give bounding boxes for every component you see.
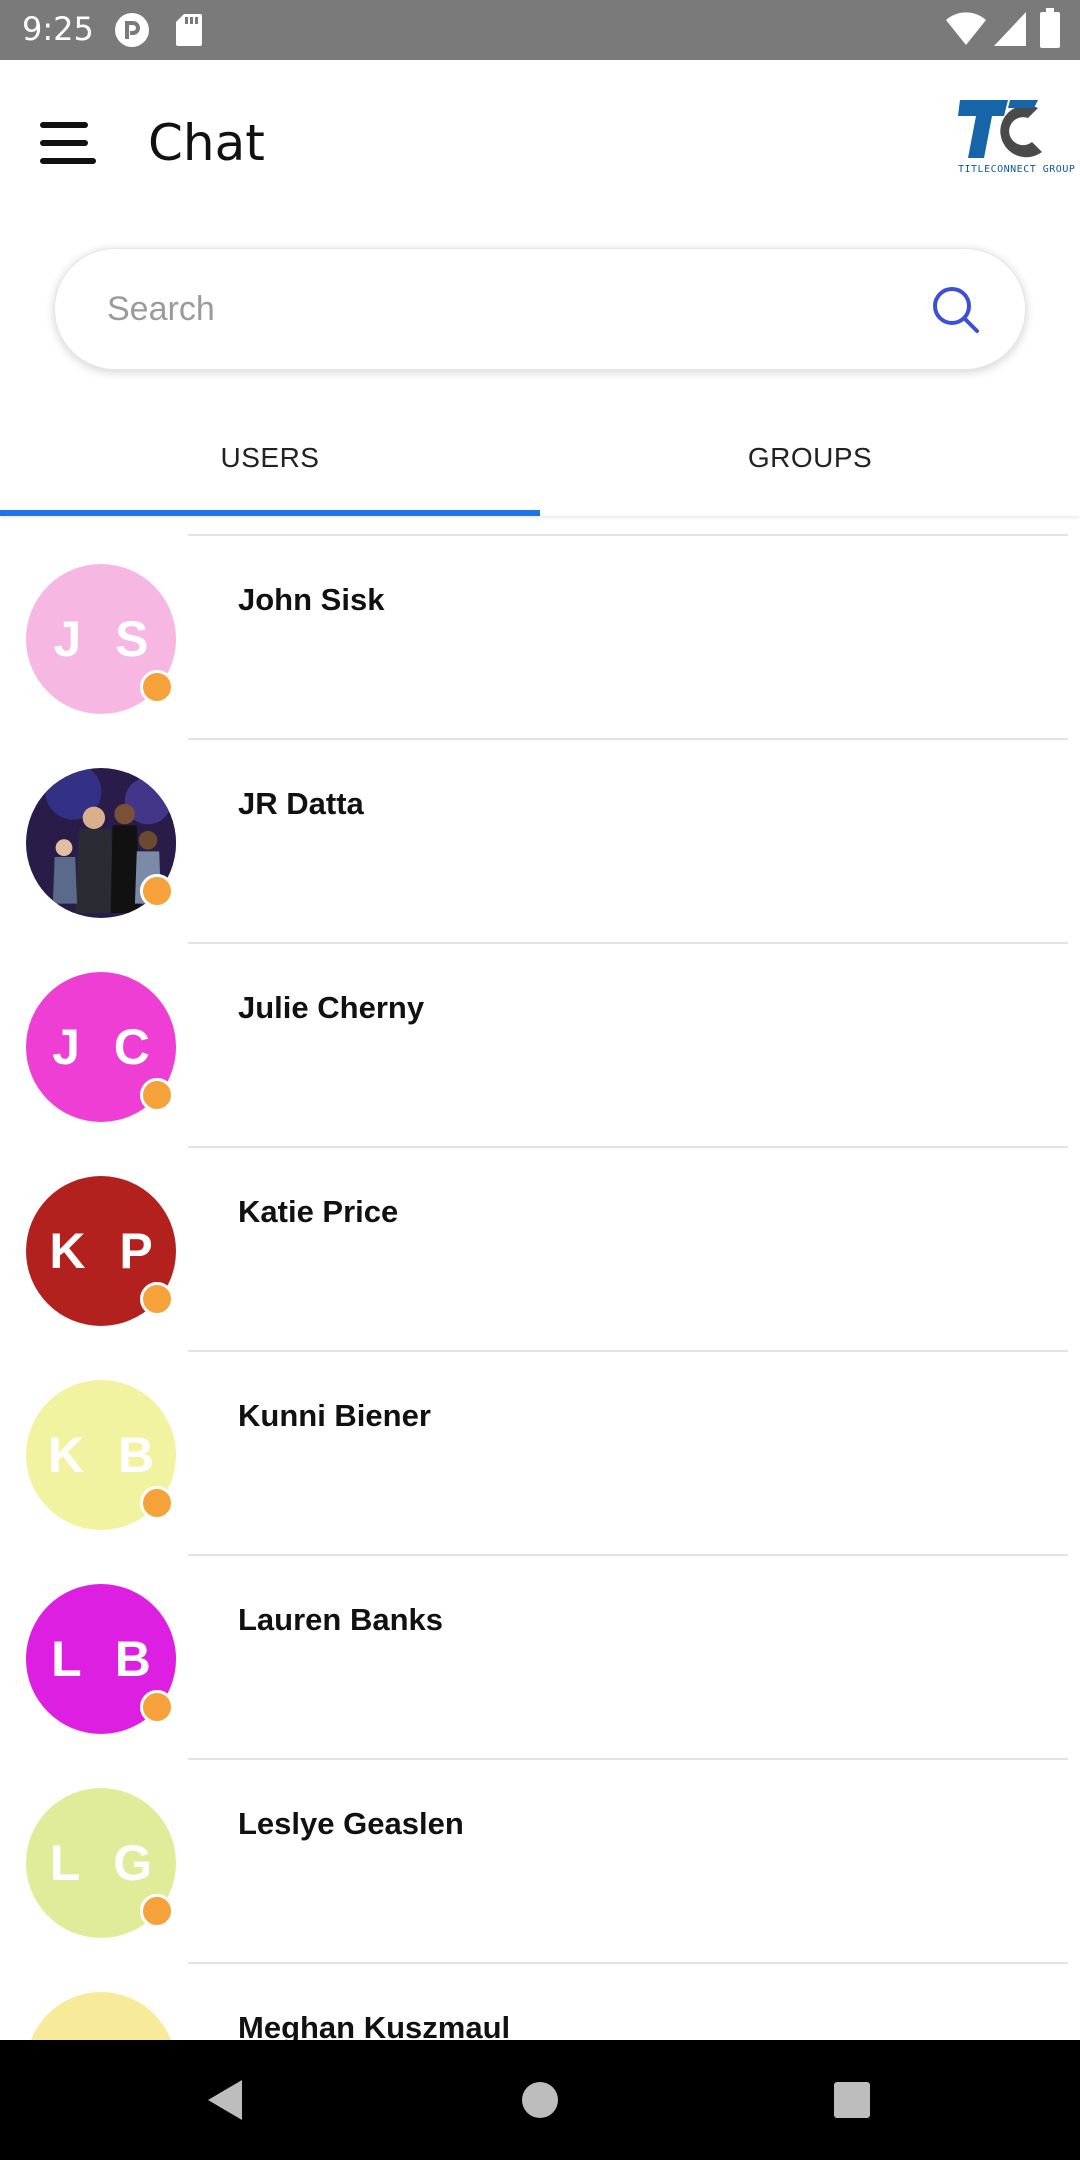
status-dot [140, 1894, 174, 1928]
signal-icon [994, 12, 1026, 46]
status-dot [140, 670, 174, 704]
menu-icon[interactable] [40, 122, 96, 166]
user-row-katie-price[interactable]: K P Katie Price [0, 1148, 1080, 1352]
user-name: Lauren Banks [238, 1602, 444, 1637]
user-name: JR Datta [238, 786, 364, 821]
user-name: Julie Cherny [238, 990, 425, 1025]
navigation-bar [0, 2040, 1080, 2160]
user-row-julie-cherny[interactable]: J C Julie Cherny [0, 944, 1080, 1148]
user-row-john-sisk[interactable]: J S John Sisk [0, 536, 1080, 740]
user-list[interactable]: J S John Sisk JR Datta J C Julie Cherny … [0, 516, 1080, 2040]
status-dot [140, 1486, 174, 1520]
user-row-kunni-biener[interactable]: K B Kunni Biener [0, 1352, 1080, 1556]
user-name: Katie Price [238, 1194, 399, 1229]
user-row-meghan-kuszmaul[interactable]: Meghan Kuszmaul [0, 1964, 1080, 2040]
page-title: Chat [148, 114, 265, 172]
battery-icon [1040, 8, 1060, 48]
logo-mark-icon [958, 100, 1042, 158]
tab-bar: USERS GROUPS [0, 400, 1080, 516]
status-dot [140, 1078, 174, 1112]
sd-card-icon [176, 14, 202, 46]
user-row-lauren-banks[interactable]: L B Lauren Banks [0, 1556, 1080, 1760]
status-dot [140, 1690, 174, 1724]
user-name: John Sisk [238, 582, 385, 617]
search-icon[interactable] [931, 285, 981, 335]
user-name: Meghan Kuszmaul [238, 2010, 511, 2040]
user-name: Leslye Geaslen [238, 1806, 464, 1841]
tab-users[interactable]: USERS [0, 400, 540, 516]
avatar [26, 1992, 176, 2040]
status-bar: 9:25 [0, 0, 1080, 60]
search-input[interactable] [107, 249, 907, 369]
company-logo: TITLECONNECT GROUP [958, 96, 1076, 180]
home-icon[interactable] [510, 2040, 570, 2160]
back-icon[interactable] [196, 2040, 256, 2160]
pocketcasts-icon [115, 13, 149, 47]
status-dot [140, 1282, 174, 1316]
user-name: Kunni Biener [238, 1398, 431, 1433]
status-time: 9:25 [22, 10, 94, 48]
status-dot [140, 874, 174, 908]
wifi-icon [946, 12, 986, 45]
recents-icon[interactable] [822, 2040, 882, 2160]
search-bar[interactable] [54, 248, 1026, 370]
app-bar: Chat TITLECONNECT GROUP [0, 60, 1080, 228]
user-row-leslye-geaslen[interactable]: L G Leslye Geaslen [0, 1760, 1080, 1964]
user-row-jr-datta[interactable]: JR Datta [0, 740, 1080, 944]
logo-text: TITLECONNECT GROUP [958, 164, 1076, 175]
tab-groups[interactable]: GROUPS [540, 400, 1080, 516]
